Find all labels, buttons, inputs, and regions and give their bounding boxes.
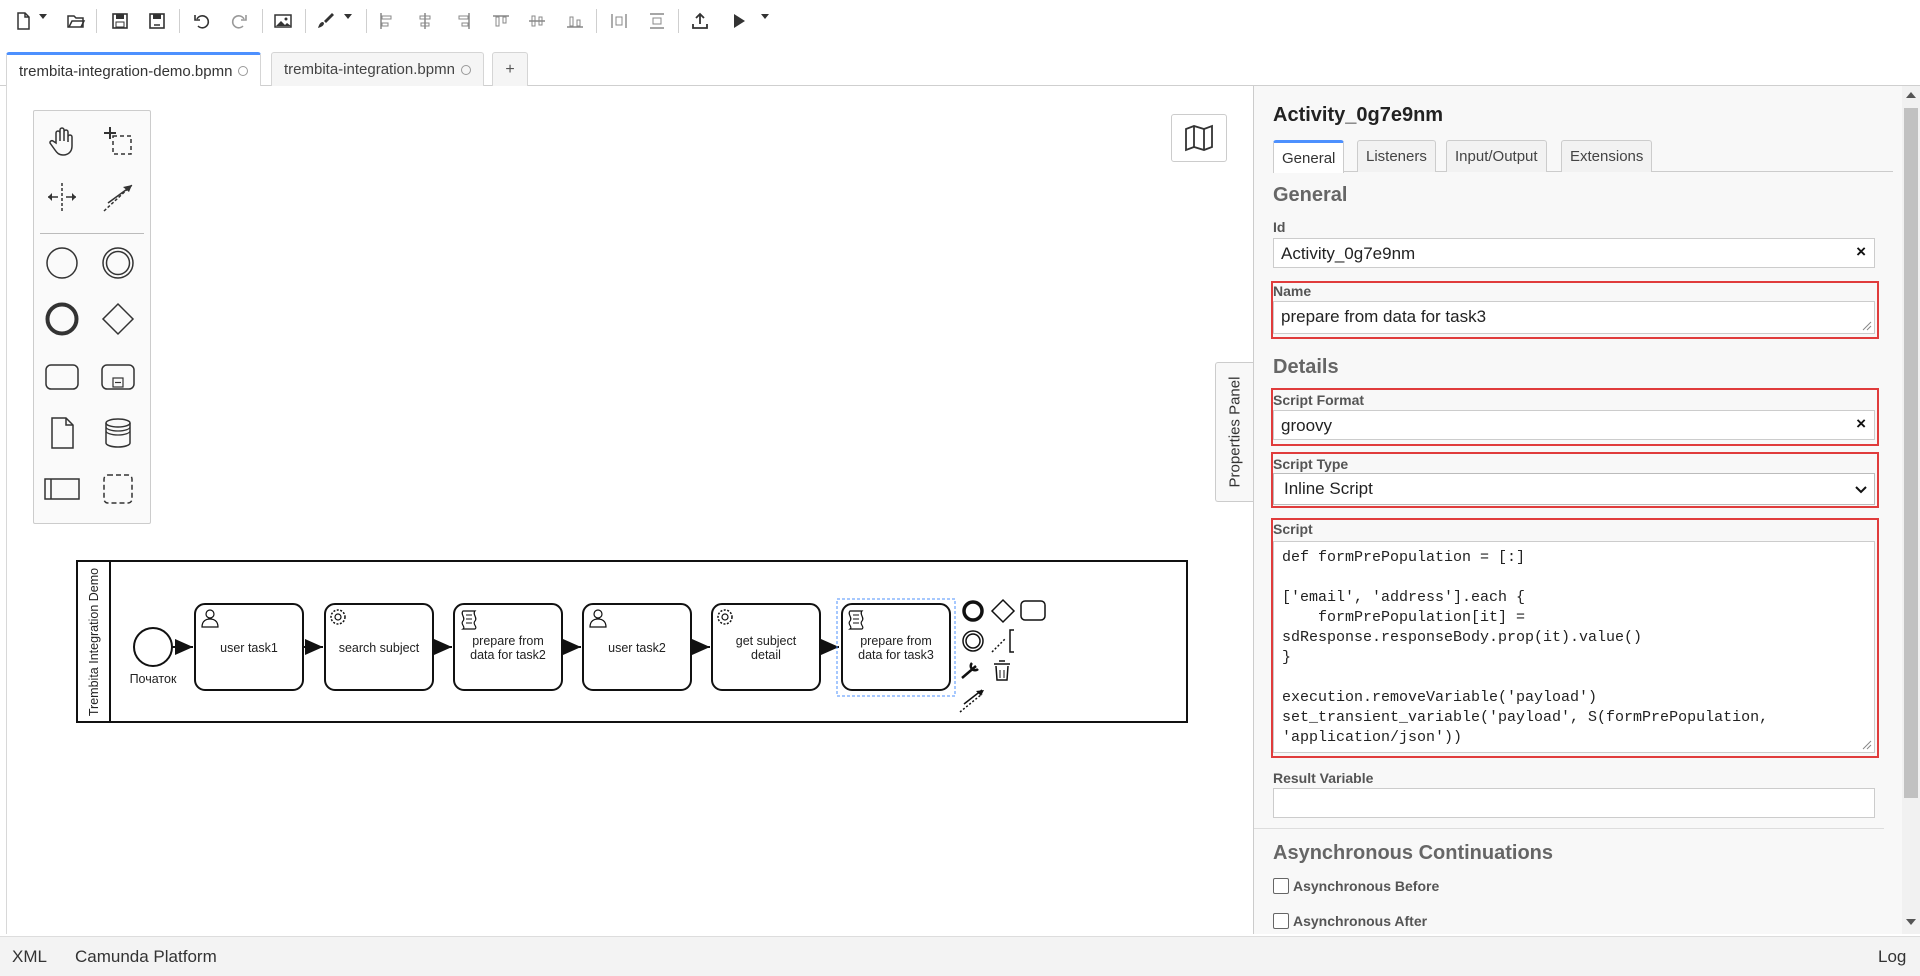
task-label: prepare from data for task2	[470, 634, 546, 662]
clear-script-format-icon[interactable]: ×	[1856, 414, 1866, 434]
script-type-select[interactable]: Inline Script	[1273, 473, 1875, 505]
resize-handle-icon[interactable]	[1862, 740, 1872, 750]
task-label: get subject detail	[735, 634, 797, 662]
platform-label[interactable]: Camunda Platform	[75, 947, 217, 967]
name-value: prepare from data for task3	[1281, 307, 1487, 326]
script-label: Script	[1273, 521, 1313, 537]
start-event[interactable]	[133, 627, 173, 667]
script-editor[interactable]: def formPrePopulation = [:] ['email', 'a…	[1273, 541, 1875, 753]
async-before-row[interactable]: Asynchronous Before	[1273, 878, 1439, 894]
task-label: user task2	[608, 641, 666, 655]
async-group-title: Asynchronous Continuations	[1273, 842, 1553, 864]
task-label: prepare from data for task3	[858, 634, 934, 662]
properties-panel-toggle[interactable]: Properties Panel	[1215, 362, 1253, 502]
group-divider	[1254, 828, 1884, 829]
name-label: Name	[1273, 283, 1312, 299]
log-button[interactable]: Log	[1878, 947, 1906, 967]
result-variable-field[interactable]	[1273, 788, 1875, 818]
script-format-value: groovy	[1281, 416, 1333, 435]
tab-general[interactable]: General	[1273, 140, 1345, 173]
async-before-checkbox[interactable]	[1273, 878, 1289, 894]
async-before-label: Asynchronous Before	[1293, 878, 1440, 894]
pool-label-container: Trembita Integration Demo	[79, 565, 109, 718]
properties-scrollbar[interactable]	[1902, 86, 1920, 934]
id-label: Id	[1273, 219, 1286, 235]
name-field[interactable]: prepare from data for task3	[1273, 301, 1875, 334]
pool-label: Trembita Integration Demo	[87, 567, 101, 716]
properties-tabs: General Listeners Input/Output Extension…	[1273, 140, 1893, 173]
id-value: Activity_0g7e9nm	[1281, 244, 1416, 263]
tab-extensions[interactable]: Extensions	[1561, 140, 1653, 172]
start-event-label: Початок	[129, 672, 177, 686]
task-label: user task1	[220, 641, 278, 655]
tab-input-output[interactable]: Input/Output	[1446, 140, 1547, 172]
resize-handle-icon[interactable]	[1862, 321, 1872, 331]
scroll-up-icon[interactable]	[1906, 92, 1916, 98]
properties-panel-toggle-label: Properties Panel	[1226, 376, 1243, 488]
async-after-checkbox[interactable]	[1273, 913, 1289, 929]
scrollbar-thumb[interactable]	[1904, 108, 1918, 798]
tab-listeners[interactable]: Listeners	[1357, 140, 1436, 172]
async-after-row[interactable]: Asynchronous After	[1273, 913, 1427, 929]
task-label: search subject	[338, 641, 420, 655]
status-bar: XML Camunda Platform Log	[0, 936, 1920, 976]
general-group-title: General	[1273, 184, 1348, 206]
details-group-title: Details	[1273, 356, 1339, 378]
clear-id-icon[interactable]: ×	[1856, 242, 1866, 262]
scroll-down-icon[interactable]	[1906, 919, 1916, 925]
xml-button[interactable]: XML	[12, 947, 47, 967]
script-type-label: Script Type	[1273, 456, 1349, 472]
result-variable-label: Result Variable	[1273, 770, 1374, 786]
bpmn-diagram	[76, 560, 1188, 723]
chevron-down-icon	[1855, 486, 1867, 494]
script-format-label: Script Format	[1273, 392, 1365, 408]
async-after-label: Asynchronous After	[1293, 913, 1428, 929]
script-type-value: Inline Script	[1284, 479, 1373, 498]
element-title: Activity_0g7e9nm	[1273, 104, 1444, 126]
properties-panel: Activity_0g7e9nm General Listeners Input…	[1253, 86, 1920, 934]
script-format-field[interactable]: groovy ×	[1273, 410, 1875, 440]
id-field[interactable]: Activity_0g7e9nm ×	[1273, 238, 1875, 268]
